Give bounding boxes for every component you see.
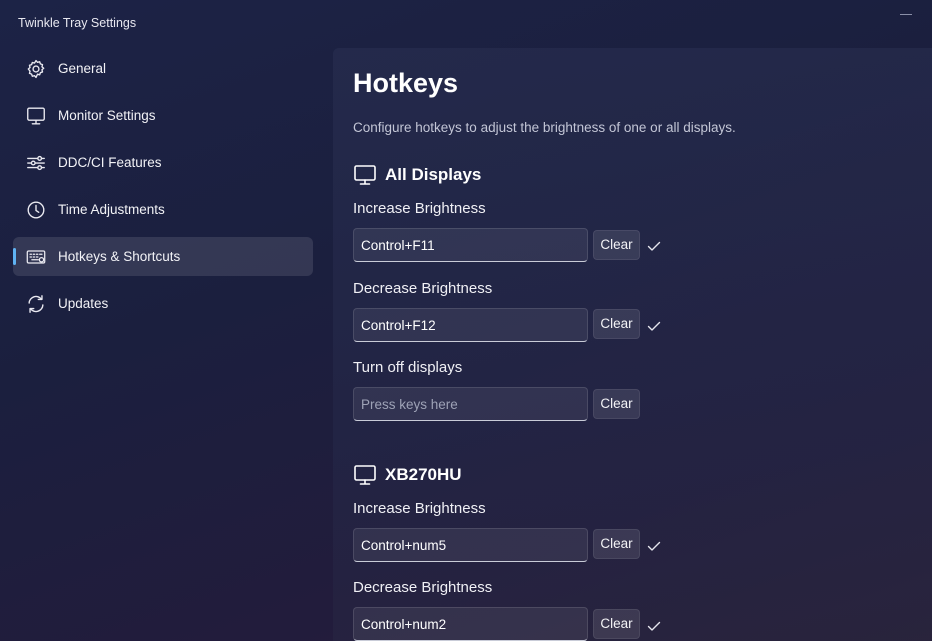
sidebar-item-updates[interactable]: Updates <box>13 284 313 323</box>
app-title: Twinkle Tray Settings <box>18 16 137 30</box>
minimize-button[interactable] <box>894 6 918 22</box>
gear-icon <box>25 58 47 80</box>
page-description: Configure hotkeys to adjust the brightne… <box>353 120 736 135</box>
hotkey-label: Increase Brightness <box>353 500 486 517</box>
sidebar: General Monitor Settings DDC/CI Features <box>0 48 332 641</box>
clear-button[interactable]: Clear <box>593 309 640 339</box>
sidebar-item-monitor-settings[interactable]: Monitor Settings <box>13 96 313 135</box>
clear-button[interactable]: Clear <box>593 389 640 419</box>
sidebar-item-time-adjustments[interactable]: Time Adjustments <box>13 190 313 229</box>
check-icon <box>646 618 662 634</box>
sidebar-item-ddcci-features[interactable]: DDC/CI Features <box>13 143 313 182</box>
hotkey-input-all-turn-off[interactable] <box>353 387 588 421</box>
clear-button[interactable]: Clear <box>593 609 640 639</box>
section-header-xb270hu: XB270HU <box>353 462 462 488</box>
title-bar: Twinkle Tray Settings <box>0 0 932 48</box>
sidebar-item-label: DDC/CI Features <box>58 155 162 170</box>
hotkey-label: Increase Brightness <box>353 200 486 217</box>
sidebar-item-label: Monitor Settings <box>58 108 156 123</box>
sidebar-item-hotkeys-shortcuts[interactable]: Hotkeys & Shortcuts <box>13 237 313 276</box>
refresh-icon <box>25 293 47 315</box>
check-icon <box>646 538 662 554</box>
hotkey-label: Turn off displays <box>353 359 463 376</box>
section-header-all-displays: All Displays <box>353 162 481 188</box>
sidebar-item-label: Updates <box>58 296 109 311</box>
hotkey-label: Decrease Brightness <box>353 579 493 596</box>
hotkey-input-all-increase[interactable] <box>353 228 588 262</box>
sliders-icon <box>25 152 47 174</box>
hotkey-input-xb270hu-increase[interactable] <box>353 528 588 562</box>
hotkey-input-xb270hu-decrease[interactable] <box>353 607 588 641</box>
hotkey-label: Decrease Brightness <box>353 280 493 297</box>
check-icon <box>646 238 662 254</box>
keyboard-icon <box>25 246 47 268</box>
hotkeys-panel: Hotkeys Configure hotkeys to adjust the … <box>333 48 932 641</box>
clear-button[interactable]: Clear <box>593 230 640 260</box>
sidebar-item-label: Time Adjustments <box>58 202 165 217</box>
section-title: All Displays <box>385 165 482 184</box>
section-title: XB270HU <box>385 465 462 484</box>
sidebar-item-general[interactable]: General <box>13 49 313 88</box>
monitor-icon <box>25 105 47 127</box>
monitor-icon <box>353 463 377 487</box>
clock-icon <box>25 199 47 221</box>
hotkey-input-all-decrease[interactable] <box>353 308 588 342</box>
check-icon <box>646 318 662 334</box>
clear-button[interactable]: Clear <box>593 529 640 559</box>
sidebar-item-label: Hotkeys & Shortcuts <box>58 249 181 264</box>
sidebar-item-label: General <box>58 61 107 76</box>
page-title: Hotkeys <box>353 68 459 98</box>
monitor-icon <box>353 163 377 187</box>
